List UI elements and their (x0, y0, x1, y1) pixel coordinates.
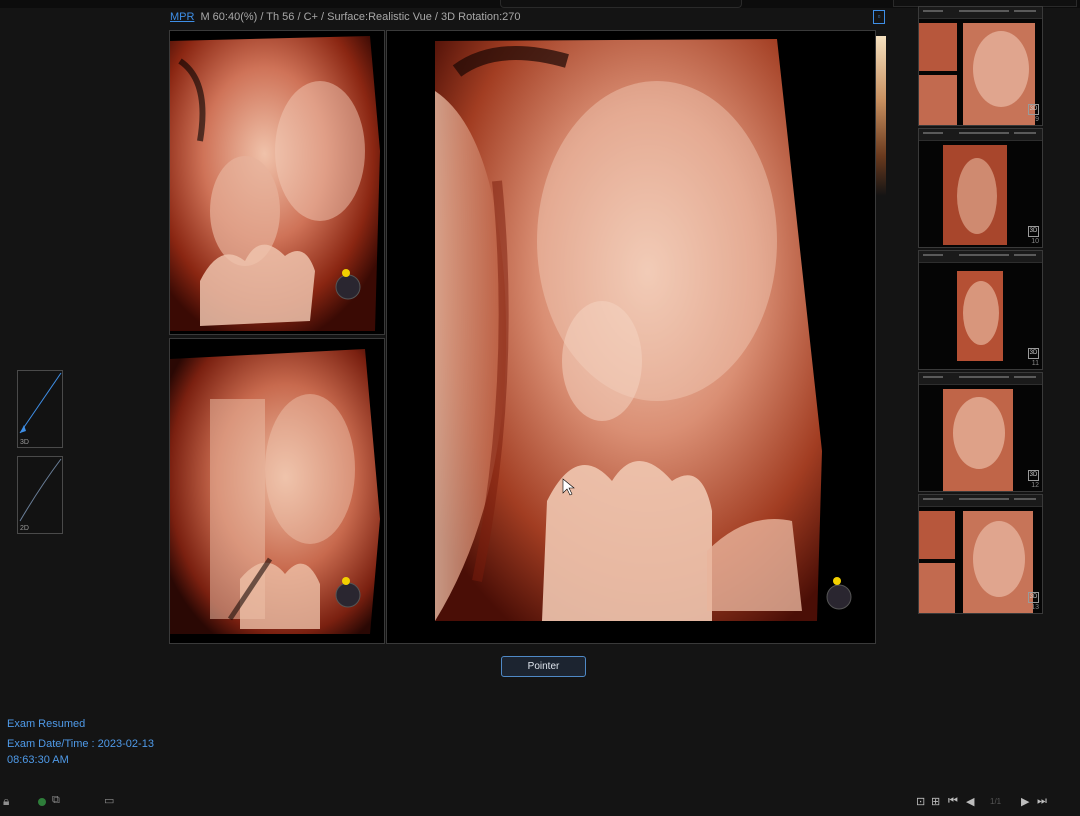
3d-badge: 3D (1028, 470, 1039, 481)
exam-time: 08:63:30 AM (7, 754, 69, 766)
thumbnail-header (919, 495, 1042, 507)
lock-icon[interactable]: 🔒︎ (3, 794, 9, 809)
thumbnail-image (957, 271, 1003, 361)
thumbnail-10[interactable]: 3D 10 (918, 128, 1043, 248)
thumbnail-header (919, 373, 1042, 385)
render-image-main (387, 31, 875, 643)
page-indicator: 1/1 (990, 797, 1002, 806)
thumbnail-image (943, 389, 1013, 491)
render-parameters: M 60:40(%) / Th 56 / C+ / Surface:Realis… (200, 11, 521, 23)
thumbnail-image (919, 511, 1033, 613)
thumbnail-number: 9 (1035, 116, 1039, 123)
color-map-bar (876, 36, 886, 196)
fullscreen-toggle-button[interactable]: ▫ (873, 10, 885, 24)
thumbnail-number: 13 (1031, 604, 1039, 611)
mpr-mode-link[interactable]: MPR (170, 11, 194, 23)
image-info-header: MPR M 60:40(%) / Th 56 / C+ / Surface:Re… (170, 10, 521, 24)
orientation-marker-b (335, 582, 361, 608)
thumbnail-11[interactable]: 3D 11 (918, 250, 1043, 370)
thumbnail-header (919, 129, 1042, 141)
main-3d-viewport[interactable] (386, 30, 876, 644)
thumbnail-number: 12 (1031, 482, 1039, 489)
mpr-viewport-b[interactable] (169, 338, 385, 644)
curve-line-2d (19, 458, 62, 522)
3d-badge: 3D (1028, 226, 1039, 237)
thumbnail-image (943, 145, 1007, 245)
exam-status: Exam Resumed (7, 718, 86, 730)
top-tab (500, 0, 742, 8)
thumbnail-number: 10 (1031, 238, 1039, 245)
thumbnail-header (919, 7, 1042, 19)
next-page-icon[interactable]: ▶ (1021, 795, 1029, 808)
3d-badge: 3D (1028, 104, 1039, 115)
thumbnail-9[interactable]: 3D 9 (918, 6, 1043, 126)
render-image-b (170, 339, 384, 643)
orientation-marker-a (335, 274, 361, 300)
curve-line-3d (19, 372, 62, 434)
curve-label-2d: 2D (20, 525, 29, 532)
orientation-marker-main (826, 584, 852, 610)
3d-gamma-curve[interactable]: 3D (17, 370, 63, 448)
first-page-icon[interactable]: ⏮︎ (948, 795, 958, 808)
3d-badge: 3D (1028, 348, 1039, 359)
thumbnail-number: 11 (1031, 360, 1039, 367)
prev-page-icon[interactable]: ◀ (966, 795, 974, 808)
last-page-icon[interactable]: ⏭︎ (1037, 795, 1047, 808)
mpr-viewport-a[interactable] (169, 30, 385, 335)
render-image-a (170, 31, 384, 334)
2d-gamma-curve[interactable]: 2D (17, 456, 63, 534)
exam-date: Exam Date/Time : 2023-02-13 (7, 738, 154, 750)
thumbnail-13[interactable]: 3D 13 (918, 494, 1043, 614)
pointer-button[interactable]: Pointer (501, 656, 586, 677)
3d-badge: 3D (1028, 592, 1039, 603)
curve-label-3d: 3D (20, 439, 29, 446)
thumbnail-header (919, 251, 1042, 263)
status-dot-icon (38, 798, 46, 806)
thumbnail-image (919, 23, 1035, 125)
thumbnail-12[interactable]: 3D 12 (918, 372, 1043, 492)
quad-layout-icon[interactable]: ⊞ (931, 795, 940, 808)
single-layout-icon[interactable]: ⊡ (916, 795, 925, 808)
dual-monitor-icon[interactable]: ⧉ (52, 794, 60, 807)
printer-icon[interactable]: ▭ (104, 794, 114, 807)
